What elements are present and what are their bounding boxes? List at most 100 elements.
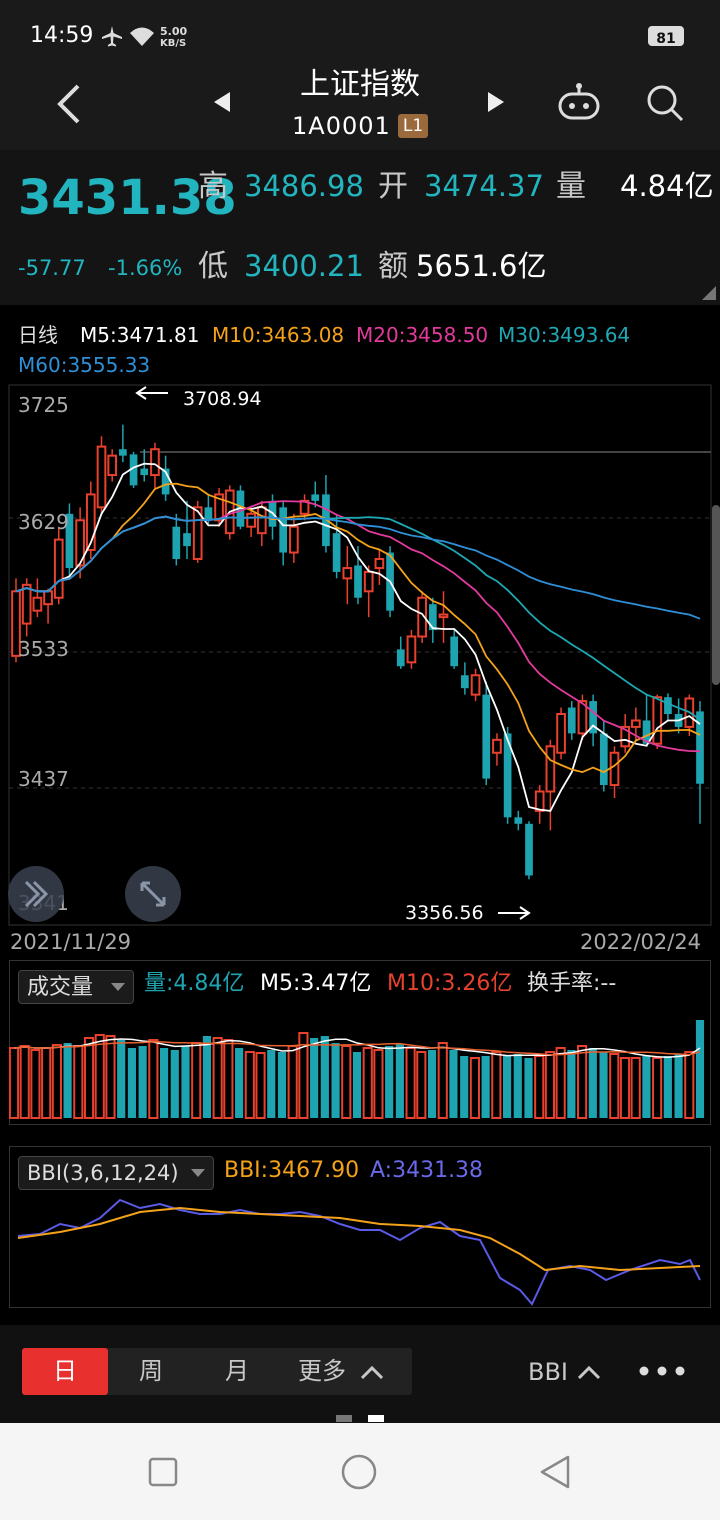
candle[interactable] (21, 583, 32, 625)
volume-bar[interactable] (287, 1045, 298, 1119)
volume-bar[interactable] (8, 1047, 20, 1119)
volume-bar[interactable] (609, 1053, 620, 1119)
volume-bar[interactable] (534, 1055, 545, 1119)
volume-bar[interactable] (94, 1034, 105, 1119)
candle[interactable] (363, 570, 374, 593)
volume-bar[interactable] (148, 1039, 159, 1119)
robot-icon[interactable] (556, 82, 602, 122)
volume-bar[interactable] (41, 1047, 52, 1119)
volume-bar[interactable] (427, 1050, 437, 1118)
volume-bar[interactable] (63, 1043, 72, 1118)
volume-bar[interactable] (416, 1051, 427, 1119)
volume-bar[interactable] (341, 1045, 352, 1119)
volume-bar[interactable] (663, 1056, 672, 1118)
candle[interactable] (342, 567, 353, 580)
more-dots-icon[interactable] (638, 1363, 686, 1379)
candle[interactable] (631, 719, 641, 728)
volume-bar[interactable] (524, 1058, 533, 1118)
next-triangle-icon[interactable] (486, 90, 506, 114)
volume-bar[interactable] (320, 1036, 329, 1118)
candle[interactable] (599, 733, 608, 786)
volume-bar[interactable] (513, 1054, 522, 1118)
candle[interactable] (311, 494, 320, 501)
volume-bar[interactable] (310, 1038, 319, 1118)
tab-more[interactable]: 更多 (292, 1348, 352, 1395)
candle[interactable] (609, 751, 620, 787)
candle[interactable] (32, 596, 43, 612)
volume-bar[interactable] (491, 1051, 502, 1119)
candlestick-chart[interactable]: 3725 3629 3533 3437 3341 3708.94 3356.56 (0, 380, 720, 940)
candle[interactable] (119, 449, 127, 456)
volume-bar[interactable] (159, 1048, 169, 1118)
candle[interactable] (43, 590, 53, 606)
volume-bar[interactable] (352, 1052, 362, 1118)
search-icon[interactable] (644, 82, 686, 124)
volume-bar[interactable] (362, 1047, 373, 1119)
volume-bar[interactable] (191, 1042, 202, 1119)
candle[interactable] (396, 649, 405, 667)
volume-bar[interactable] (235, 1048, 244, 1118)
volume-selector[interactable]: 成交量 (18, 970, 134, 1004)
candle[interactable] (450, 636, 459, 667)
volume-bar[interactable] (469, 1057, 480, 1119)
volume-bar[interactable] (642, 1056, 651, 1118)
candle[interactable] (470, 674, 481, 696)
bbi-chart[interactable] (0, 1190, 720, 1310)
back-arrow-icon[interactable] (52, 82, 88, 126)
volume-bar[interactable] (51, 1044, 62, 1119)
scrollbar[interactable] (712, 505, 720, 685)
volume-bar[interactable] (588, 1048, 597, 1118)
candle[interactable] (150, 448, 160, 477)
candle[interactable] (525, 823, 533, 876)
volume-bar[interactable] (30, 1049, 41, 1119)
volume-bar[interactable] (652, 1057, 663, 1119)
volume-bar[interactable] (460, 1056, 469, 1118)
candle[interactable] (354, 565, 362, 598)
volume-bar[interactable] (170, 1050, 179, 1118)
candle[interactable] (53, 538, 64, 599)
volume-bar[interactable] (502, 1056, 512, 1118)
bbi-selector[interactable]: BBI(3,6,12,24) (18, 1156, 214, 1190)
candle[interactable] (204, 507, 213, 521)
volume-bar[interactable] (127, 1048, 136, 1118)
candle[interactable] (107, 454, 118, 477)
candle[interactable] (246, 512, 256, 528)
volume-bar[interactable] (385, 1046, 394, 1118)
candle[interactable] (428, 604, 437, 631)
volume-bar[interactable] (449, 1050, 458, 1118)
candle[interactable] (406, 635, 417, 664)
volume-bar[interactable] (244, 1051, 255, 1119)
volume-bar[interactable] (684, 1051, 695, 1119)
candle[interactable] (374, 558, 385, 570)
tab-day[interactable]: 日 (22, 1348, 108, 1395)
candle[interactable] (183, 533, 191, 547)
volume-bar[interactable] (105, 1035, 116, 1119)
volume-chart[interactable] (0, 1000, 720, 1125)
volume-bar[interactable] (181, 1046, 190, 1118)
candle[interactable] (514, 817, 523, 824)
candle[interactable] (545, 745, 556, 793)
candle[interactable] (492, 738, 502, 754)
candle[interactable] (652, 696, 663, 745)
candle[interactable] (332, 533, 341, 572)
candle[interactable] (140, 468, 149, 476)
candle[interactable] (279, 507, 288, 553)
volume-bar[interactable] (255, 1052, 266, 1119)
tab-week[interactable]: 周 (108, 1348, 194, 1395)
volume-bar[interactable] (277, 1052, 287, 1118)
volume-bar[interactable] (267, 1050, 276, 1118)
volume-bar[interactable] (674, 1054, 683, 1118)
volume-bar[interactable] (619, 1057, 631, 1119)
volume-bar[interactable] (599, 1052, 608, 1118)
corner-expand-icon[interactable] (702, 286, 716, 300)
volume-bar[interactable] (544, 1051, 556, 1119)
volume-bar[interactable] (83, 1037, 95, 1119)
back-triangle-icon[interactable] (538, 1453, 572, 1491)
volume-bar[interactable] (577, 1045, 588, 1119)
volume-bar[interactable] (19, 1045, 30, 1119)
candle[interactable] (289, 525, 299, 554)
volume-bar[interactable] (212, 1037, 223, 1119)
volume-bar[interactable] (437, 1042, 448, 1119)
volume-bar[interactable] (567, 1050, 576, 1118)
candle[interactable] (438, 613, 449, 619)
